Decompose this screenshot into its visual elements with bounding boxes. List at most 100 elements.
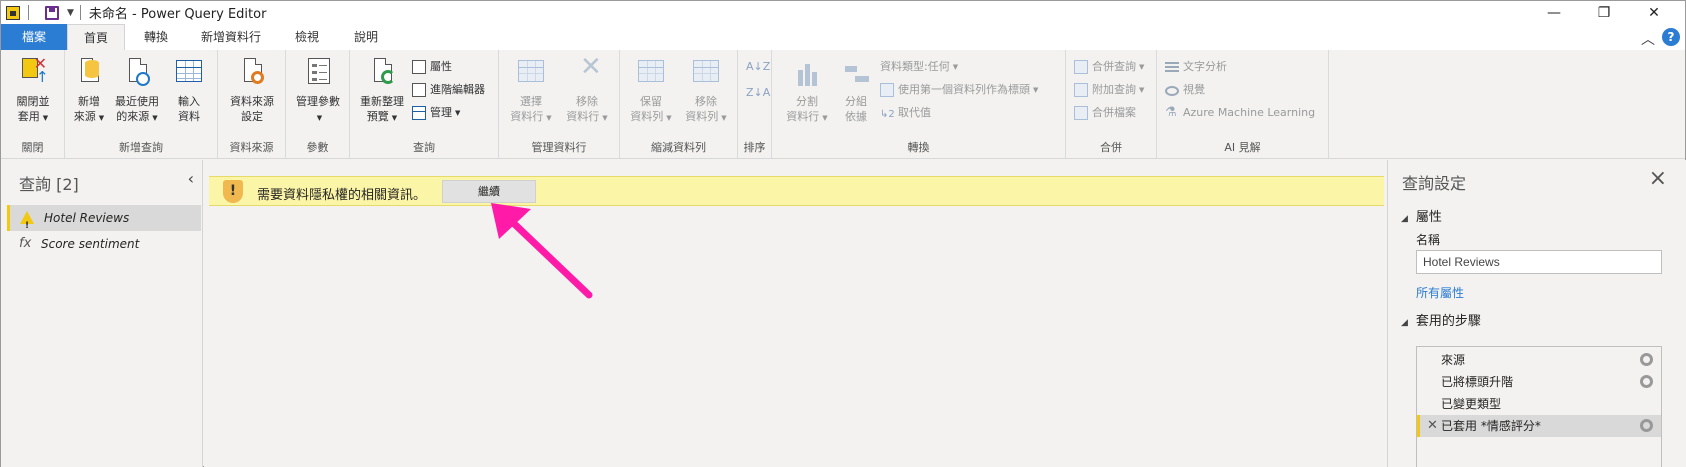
choose-columns-button[interactable]: 選擇 資料行 ▼ (505, 56, 557, 126)
applied-steps-header[interactable]: ◢ 套用的步驟 (1401, 310, 1481, 329)
minimize-button[interactable]: — (1531, 1, 1577, 24)
vision-label: 視覺 (1183, 83, 1205, 96)
data-type-dropdown[interactable]: 資料類型:任何 ▼ (880, 58, 958, 76)
query-name-input[interactable] (1416, 250, 1662, 274)
group-by-icon (841, 56, 871, 90)
advanced-editor-label: 進階編輯器 (430, 83, 485, 96)
tab-home[interactable]: 首頁 (67, 24, 125, 51)
properties-label: 屬性 (430, 60, 452, 73)
text-analytics-button[interactable]: 文字分析 (1165, 58, 1227, 76)
query-item-score-sentiment[interactable]: fx Score sentiment (7, 231, 201, 257)
new-source-button[interactable]: 新增 來源 ▼ (71, 56, 107, 126)
azure-ml-label: Azure Machine Learning (1183, 106, 1316, 119)
quick-access-dropdown-icon[interactable]: ▼ (67, 8, 74, 18)
combine-files-button[interactable]: 合併檔案 (1074, 104, 1136, 122)
properties-section-header[interactable]: ◢ 屬性 (1401, 206, 1442, 225)
tab-add-column[interactable]: 新增資料行 (191, 24, 271, 50)
refresh-icon (367, 56, 397, 90)
collapse-triangle-icon: ◢ (1401, 318, 1408, 328)
split-column-button[interactable]: 分割 資料行 ▼ (780, 56, 834, 126)
vision-button[interactable]: 視覺 (1165, 81, 1205, 99)
group-data-source: 資料來源 設定 資料來源 (218, 50, 286, 159)
close-button[interactable]: ✕ (1631, 1, 1677, 24)
group-by-button[interactable]: 分組 依據 (836, 56, 876, 124)
append-queries-label: 附加查詢 (1092, 83, 1136, 96)
text-analytics-icon (1165, 60, 1179, 74)
data-source-settings-button[interactable]: 資料來源 設定 (224, 56, 280, 124)
tab-view[interactable]: 檢視 (284, 24, 330, 50)
step-item[interactable]: 已變更類型 (1417, 393, 1661, 415)
tab-transform[interactable]: 轉換 (131, 24, 181, 50)
step-settings-gear-icon[interactable] (1640, 375, 1653, 388)
delete-step-icon[interactable]: ✕ (1427, 415, 1438, 437)
properties-header-label: 屬性 (1415, 210, 1442, 225)
first-row-headers-icon (880, 83, 894, 97)
step-label: 來源 (1441, 353, 1466, 367)
group-label-parameters: 參數 (306, 141, 329, 154)
properties-icon (412, 60, 426, 74)
save-icon[interactable] (45, 5, 59, 20)
group-reduce-rows: 保留 資料列 ▼ 移除 資料列 ▼ 縮減資料列 (620, 50, 738, 159)
append-queries-button[interactable]: 附加查詢 ▼ (1074, 81, 1144, 99)
manage-button[interactable]: 管理 ▼ (412, 104, 460, 122)
keep-rows-button[interactable]: 保留 資料列 ▼ (626, 56, 676, 126)
combine-files-icon (1074, 106, 1088, 120)
continue-button[interactable]: 繼續 (442, 180, 536, 203)
restore-button[interactable]: ❐ (1581, 1, 1627, 24)
query-settings-title: 查詢設定 (1402, 174, 1467, 193)
close-apply-button[interactable]: ✕ ↑ 關閉並 套用 ▼ (7, 56, 59, 126)
keep-rows-icon (636, 56, 666, 90)
enter-data-button[interactable]: 輸入 資料 (167, 56, 211, 124)
replace-values-button[interactable]: ↳2 取代值 (880, 104, 931, 122)
step-item[interactable]: 已將標頭升階 (1417, 371, 1661, 393)
use-first-row-button[interactable]: 使用第一個資料列作為標頭 ▼ (880, 81, 1038, 99)
data-source-settings-icon (237, 56, 267, 90)
title-bar: ▼ 未命名 - Power Query Editor — ❐ ✕ (1, 1, 1685, 24)
close-settings-icon[interactable]: × (1649, 166, 1667, 191)
sort-ascending-icon[interactable]: A↓Z (746, 58, 770, 76)
advanced-editor-button[interactable]: 進階編輯器 (412, 81, 485, 99)
merge-queries-icon (1074, 60, 1088, 74)
sort-descending-icon[interactable]: Z↓A (746, 84, 770, 102)
banner-message: 需要資料隱私權的相關資訊。 (257, 188, 427, 203)
keep-rows-label-2: 資料列 ▼ (630, 110, 672, 123)
step-settings-gear-icon[interactable] (1640, 353, 1653, 366)
remove-columns-label: 移除 (576, 95, 598, 108)
close-apply-label-2: 套用 ▼ (17, 110, 49, 123)
manage-table-icon (412, 106, 426, 120)
group-label-new-query: 新增查詢 (119, 141, 163, 154)
tab-file[interactable]: 檔案 (1, 24, 67, 50)
replace-values-label: 取代值 (898, 106, 931, 119)
remove-columns-button[interactable]: ✕ 移除 資料行 ▼ (561, 54, 613, 126)
help-icon[interactable]: ? (1662, 28, 1680, 46)
query-settings-pane: 查詢設定 × ◢ 屬性 名稱 所有屬性 ◢ 套用的步驟 來源 已將標頭升階 已變更類… (1387, 160, 1686, 467)
step-item-selected[interactable]: ✕ 已套用 *情感評分* (1417, 415, 1661, 437)
append-queries-icon (1074, 83, 1088, 97)
applied-steps-list: 來源 已將標頭升階 已變更類型 ✕ 已套用 *情感評分* (1416, 346, 1662, 467)
manage-parameters-button[interactable]: 管理參數 ▼ (292, 56, 344, 126)
tab-help[interactable]: 說明 (341, 24, 391, 50)
refresh-preview-button[interactable]: 重新整理 預覽 ▼ (356, 56, 408, 126)
enter-data-label: 輸入 (178, 95, 200, 108)
remove-rows-label: 移除 (695, 95, 717, 108)
merge-queries-button[interactable]: 合併查詢 ▼ (1074, 58, 1144, 76)
collapse-ribbon-icon[interactable]: ︿ (1641, 29, 1655, 49)
step-label: 已變更類型 (1441, 397, 1502, 411)
choose-columns-label: 選擇 (520, 95, 542, 108)
close-apply-icon: ✕ ↑ (18, 56, 49, 90)
query-item-hotel-reviews[interactable]: Hotel Reviews (7, 205, 201, 239)
split-column-label: 分割 (796, 95, 818, 108)
collapse-pane-icon[interactable]: ‹ (188, 169, 194, 188)
recent-sources-button[interactable]: 最近使用 的來源 ▼ (111, 56, 163, 126)
remove-rows-button[interactable]: 移除 資料列 ▼ (680, 56, 732, 126)
azure-ml-button[interactable]: ⚗ Azure Machine Learning (1165, 104, 1315, 122)
all-properties-link[interactable]: 所有屬性 (1416, 284, 1464, 301)
recent-sources-label-2: 的來源 ▼ (116, 110, 158, 123)
group-label-combine: 合併 (1100, 141, 1122, 154)
step-item[interactable]: 來源 (1417, 349, 1661, 371)
group-ai-insights: 文字分析 視覺 ⚗ Azure Machine Learning AI 見解 (1157, 50, 1329, 159)
step-settings-gear-icon[interactable] (1640, 419, 1653, 432)
query-item-label: Score sentiment (41, 237, 140, 251)
power-query-editor-window: ▼ 未命名 - Power Query Editor — ❐ ✕ 檔案 首頁 轉… (0, 0, 1686, 467)
properties-button[interactable]: 屬性 (412, 58, 452, 76)
